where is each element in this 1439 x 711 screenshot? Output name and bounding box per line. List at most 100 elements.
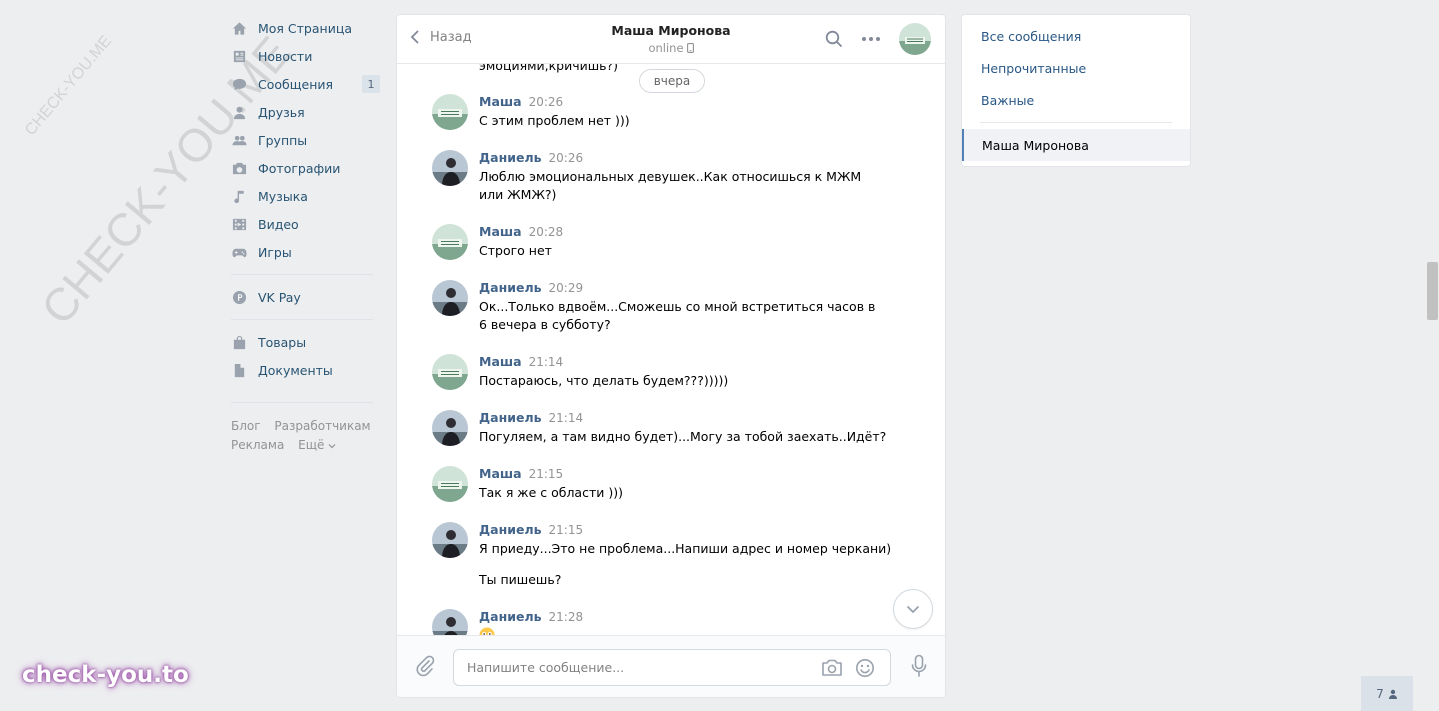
date-divider: вчера: [639, 69, 705, 93]
nav-label: Документы: [258, 362, 333, 378]
camera-icon: [231, 160, 247, 176]
filter-divider: [980, 122, 1172, 123]
filter-active-conversation[interactable]: Маша Миронова: [962, 129, 1190, 161]
nav-item-documents[interactable]: Документы: [228, 356, 383, 384]
nav-item-goods[interactable]: Товары: [228, 328, 383, 356]
avatar-masha[interactable]: [432, 224, 468, 260]
message-body: Маша 20:26 С этим проблем нет ))): [479, 94, 892, 130]
chevron-down-icon: [328, 444, 336, 449]
smile-icon[interactable]: [855, 658, 875, 678]
scroll-down-button[interactable]: [893, 589, 933, 629]
mobile-icon: [686, 43, 694, 53]
nav-label: Видео: [258, 216, 299, 232]
footer-link-more[interactable]: Ещё: [298, 438, 336, 452]
footer-link-blog[interactable]: Блог: [231, 419, 261, 433]
message-author[interactable]: Маша: [479, 94, 522, 109]
message-item: Даниель 20:29 Ок...Только вдвоём...Сможеш…: [432, 280, 892, 334]
brand-watermark: check-you.to: [22, 662, 189, 688]
nav-label: Товары: [258, 334, 307, 350]
message-author[interactable]: Даниель: [479, 410, 542, 425]
message-author[interactable]: Маша: [479, 354, 522, 369]
microphone-icon[interactable]: [910, 654, 928, 681]
unread-badge: 1: [362, 75, 380, 93]
message-text: Так я же с области ))): [479, 485, 623, 500]
message-body: Даниель 21:14 Погуляем, а там видно будет…: [479, 410, 892, 446]
bag-icon: [231, 334, 247, 350]
nav-divider: [231, 319, 373, 320]
message-filters: Все сообщения Непрочитанные Важные Маша …: [961, 14, 1191, 167]
avatar-masha[interactable]: [432, 354, 468, 390]
footer-link-ads[interactable]: Реклама: [231, 438, 284, 452]
message-item: Даниель 21:14 Погуляем, а там видно будет…: [432, 410, 892, 446]
message-body: Даниель 20:26 Люблю эмоциональных девушек…: [479, 150, 892, 204]
nav-label: VK Pay: [258, 289, 301, 305]
avatar-daniel[interactable]: [432, 522, 468, 558]
avatar-masha[interactable]: [432, 466, 468, 502]
avatar-daniel[interactable]: [432, 280, 468, 316]
message-item: Маша 21:14 Постараюсь, что делать будем??…: [432, 354, 892, 390]
search-icon[interactable]: [825, 30, 843, 48]
message-item: Маша 21:15 Так я же с области ))): [432, 466, 892, 502]
nav-item-video[interactable]: Видео: [228, 210, 383, 238]
gamepad-icon: [231, 244, 247, 260]
message-input-box: [453, 649, 891, 686]
message-history[interactable]: эмоциями,кричишь?) вчера Маша 20:26 С эти…: [397, 64, 945, 637]
message-time: 21:15: [528, 467, 564, 481]
footer-more-label: Ещё: [298, 438, 325, 452]
filter-unread[interactable]: Непрочитанные: [962, 52, 1190, 84]
camera-icon[interactable]: [821, 658, 843, 678]
message-text: Ок...Только вдвоём...Сможешь со мной вст…: [479, 299, 876, 332]
nav-item-friends[interactable]: Друзья: [228, 98, 383, 126]
left-nav: Моя Страница Новости Сообщения 1 Друзья …: [228, 14, 383, 455]
document-icon: [231, 362, 247, 378]
attach-icon[interactable]: [415, 655, 435, 680]
filter-all-messages[interactable]: Все сообщения: [962, 20, 1190, 52]
nav-item-news[interactable]: Новости: [228, 42, 383, 70]
chat-header: Назад Маша Миронова online: [397, 15, 945, 64]
message-author[interactable]: Даниель: [479, 150, 542, 165]
nav-item-music[interactable]: Музыка: [228, 182, 383, 210]
nav-item-groups[interactable]: Группы: [228, 126, 383, 154]
message-author[interactable]: Даниель: [479, 522, 542, 537]
message-item: Маша 20:28 Строго нет: [432, 224, 892, 260]
message-time: 20:29: [548, 281, 584, 295]
more-icon[interactable]: [861, 36, 881, 42]
nav-divider: [231, 274, 373, 275]
online-friends-button[interactable]: 7: [1361, 676, 1413, 711]
nav-item-messages[interactable]: Сообщения 1: [228, 70, 383, 98]
nav-item-my-page[interactable]: Моя Страница: [228, 14, 383, 42]
message-author[interactable]: Маша: [479, 224, 522, 239]
message-text: Погуляем, а там видно будет)...Могу за т…: [479, 429, 887, 444]
nav-label: Новости: [258, 48, 313, 64]
filter-important[interactable]: Важные: [962, 84, 1190, 116]
message-item: Маша 20:26 С этим проблем нет ))): [432, 94, 892, 130]
peer-avatar[interactable]: [899, 23, 931, 55]
nav-item-games[interactable]: Игры: [228, 238, 383, 266]
message-input[interactable]: [454, 650, 794, 685]
avatar-daniel[interactable]: [432, 150, 468, 186]
chevron-down-icon: [906, 605, 920, 613]
message-time: 20:26: [548, 151, 584, 165]
page-scrollbar[interactable]: [1427, 262, 1438, 320]
message-body: Маша 20:28 Строго нет: [479, 224, 892, 260]
footer-link-developers[interactable]: Разработчикам: [274, 419, 370, 433]
nav-item-photos[interactable]: Фотографии: [228, 154, 383, 182]
message-time: 21:28: [548, 610, 584, 624]
nav-label: Игры: [258, 244, 292, 260]
message-time: 21:14: [528, 355, 564, 369]
news-icon: [231, 48, 247, 64]
avatar-daniel[interactable]: [432, 609, 468, 637]
message-body: Маша 21:15 Так я же с области ))): [479, 466, 892, 502]
friend-icon: [231, 104, 247, 120]
message-author[interactable]: Маша: [479, 466, 522, 481]
video-icon: [231, 216, 247, 232]
message-time: 21:15: [548, 523, 584, 537]
message-author[interactable]: Даниель: [479, 280, 542, 295]
nav-item-vkpay[interactable]: VK Pay: [228, 283, 383, 311]
groups-icon: [231, 132, 247, 148]
avatar-daniel[interactable]: [432, 410, 468, 446]
message-author[interactable]: Даниель: [479, 609, 542, 624]
nav-divider: [231, 402, 373, 403]
nav-label: Сообщения: [258, 76, 334, 92]
avatar-masha[interactable]: [432, 94, 468, 130]
